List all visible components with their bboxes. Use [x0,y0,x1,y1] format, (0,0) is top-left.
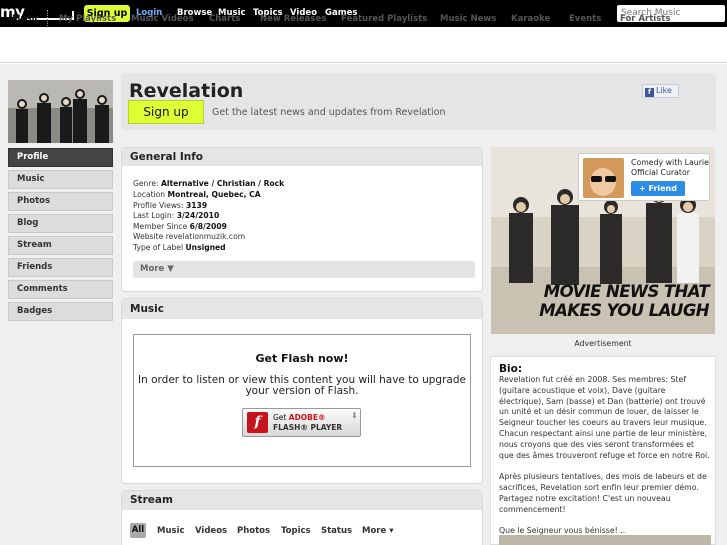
info-label-type: Type of Label Unsigned [133,243,226,252]
signup-tagline: Get the latest news and updates from Rev… [212,107,446,118]
stream-tab-more[interactable]: More ▾ [362,526,393,536]
subnav-music[interactable]: Music [12,14,40,24]
profile-photo[interactable] [8,80,113,143]
flash-player-label: FLASH® PLAYER [273,423,343,432]
leftnav-stream[interactable]: Stream [8,236,113,255]
leftnav-music[interactable]: Music [8,170,113,189]
facebook-icon: f [645,88,654,97]
info-profile-views: Profile Views: 3139 [133,201,208,210]
leftnav-photos[interactable]: Photos [8,192,113,211]
subnav-music-news[interactable]: Music News [440,14,496,24]
subnav-featured-playlists[interactable]: Featured Playlists [341,14,427,24]
leftnav-profile[interactable]: Profile [8,148,113,167]
subnav-charts[interactable]: Charts [209,14,240,24]
more-info-button[interactable]: More ▼ [133,261,475,278]
bio-paragraph: Après plusieurs tentatives, des mois de … [499,472,707,514]
stream-tab-all[interactable]: All [130,523,146,538]
bio-paragraph: Revelation fut créé en 2008. Ses membres… [499,375,710,460]
artist-name: Revelation [129,80,244,102]
flash-message: In order to listen or view this content … [138,374,466,397]
stream-panel-title: Stream [122,491,482,510]
signup-button[interactable]: Sign up [128,100,204,124]
stream-tab-status[interactable]: Status [321,526,352,536]
subnav-my-playlists[interactable]: My Playlists [59,14,116,24]
leftnav-badges[interactable]: Badges [8,302,113,321]
leftnav-comments[interactable]: Comments [8,280,113,299]
stream-tab-music[interactable]: Music [157,526,185,536]
get-flash-button[interactable]: f Get ADOBE® FLASH® PLAYER ⬇ [242,408,361,437]
flash-logo-icon: f [247,412,268,433]
music-panel-title: Music [122,299,482,319]
stream-tab-photos[interactable]: Photos [237,526,270,536]
curator-card: Comedy with Laurie Official Curator + Fri… [578,153,710,201]
subnav-karaoke[interactable]: Karaoke [511,14,550,24]
download-arrow-icon: ⬇ [351,411,358,420]
bio-title: Bio: [499,363,523,375]
subnav-for-artists[interactable]: For Artists [620,14,670,24]
music-subnav [0,27,727,63]
bio-text: Revelation fut créé en 2008. Ses membres… [499,375,711,537]
info-last-login: Last Login: 3/24/2010 [133,211,220,220]
flash-get-label: Get ADOBE® [273,413,326,422]
advertisement-label: Advertisement [574,339,632,348]
subnav-music-videos[interactable]: Music Videos [131,14,194,24]
add-friend-button[interactable]: + Friend [631,181,685,196]
curator-name: Comedy with Laurie Official Curator [631,158,709,177]
facebook-like-button[interactable]: f Like [642,84,679,98]
curator-avatar[interactable] [583,158,624,198]
flash-title: Get Flash now! [255,352,349,365]
stream-tab-topics[interactable]: Topics [281,526,311,536]
ad-headline: MOVIE NEWS THAT MAKES YOU LAUGH [539,282,709,320]
subnav-new-releases[interactable]: New Releases [260,14,326,24]
info-location: Location Montreal, Quebec, CA [133,190,261,199]
subnav-divider [47,10,48,26]
general-info-title: General Info [122,148,482,166]
bio-image [499,535,711,545]
info-genre: Genre: Alternative / Christian / Rock [133,179,285,188]
fb-like-label: Like [656,86,672,95]
info-website: Website revelationmuzik.com [133,232,246,241]
info-member-since: Member Since 6/8/2009 [133,222,227,231]
subnav-events[interactable]: Events [569,14,601,24]
stream-tab-videos[interactable]: Videos [195,526,227,536]
leftnav-blog[interactable]: Blog [8,214,113,233]
leftnav-friends[interactable]: Friends [8,258,113,277]
